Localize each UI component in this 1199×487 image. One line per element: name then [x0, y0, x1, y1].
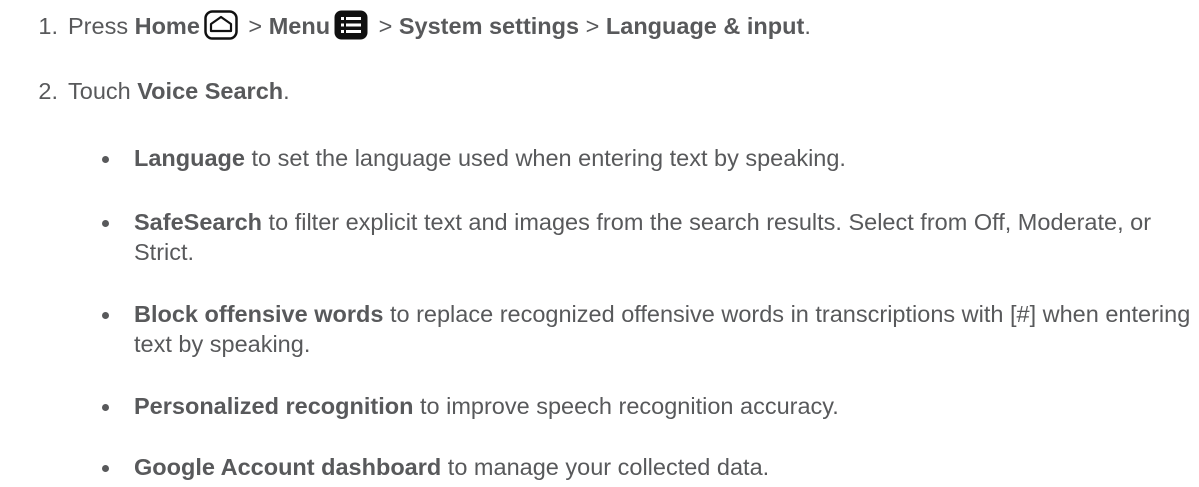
step-text: Touch	[68, 78, 138, 104]
bullet-description: to improve speech recognition accuracy.	[413, 393, 839, 419]
bullet-term: Personalized recognition	[134, 393, 414, 419]
bullet-dot	[102, 404, 109, 411]
step-text: Press	[68, 13, 135, 39]
bullet-personalized-recognition: Personalized recognition to improve spee…	[102, 391, 1194, 421]
bullet-term: Block offensive words	[134, 301, 384, 327]
menu-icon	[334, 10, 368, 46]
bullet-text: Language to set the language used when e…	[134, 143, 1194, 173]
bullet-term: SafeSearch	[134, 209, 263, 235]
step-number: 1.	[38, 13, 58, 39]
bullet-text: Block offensive words to replace recogni…	[134, 299, 1194, 359]
menu-label: Menu	[268, 13, 331, 39]
bullet-text: SafeSearch to filter explicit text and i…	[134, 207, 1194, 267]
bullet-text: Google Account dashboard to manage your …	[134, 452, 1194, 482]
step-suffix: .	[804, 13, 811, 39]
bullet-description: to filter explicit text and images from …	[134, 209, 1152, 265]
bullet-term: Language	[134, 145, 245, 171]
step-2: 2. Touch Voice Search.	[0, 78, 290, 105]
bullet-language: Language to set the language used when e…	[102, 143, 1194, 173]
bullet-dot	[102, 156, 109, 163]
step-1: 1. Press Home > Menu > System settings > …	[0, 10, 811, 46]
bullet-dot	[102, 220, 109, 227]
voice-search-label: Voice Search	[137, 78, 284, 104]
separator: >	[372, 13, 399, 39]
bullet-block-offensive-words: Block offensive words to replace recogni…	[102, 299, 1194, 359]
step-suffix: .	[283, 78, 290, 104]
bullet-description: to set the language used when entering t…	[244, 145, 846, 171]
bullet-dot	[102, 465, 109, 472]
bullet-text: Personalized recognition to improve spee…	[134, 391, 1194, 421]
separator: >	[579, 13, 606, 39]
step-body: Press Home > Menu > System settings > La…	[68, 10, 811, 46]
bullet-dot	[102, 312, 109, 319]
bullet-term: Google Account dashboard	[134, 454, 442, 480]
instructions-document: 1. Press Home > Menu > System settings > …	[0, 0, 1199, 487]
bullet-description: to manage your collected data.	[441, 454, 770, 480]
system-settings-label: System settings	[398, 13, 580, 39]
bullet-google-account-dashboard: Google Account dashboard to manage your …	[102, 452, 1194, 482]
language-input-label: Language & input	[605, 13, 805, 39]
step-number: 2.	[38, 78, 58, 104]
home-icon	[204, 10, 238, 46]
home-label: Home	[134, 13, 200, 39]
separator: >	[241, 13, 269, 39]
step-body: Touch Voice Search.	[68, 78, 290, 105]
bullet-safesearch: SafeSearch to filter explicit text and i…	[102, 207, 1194, 267]
